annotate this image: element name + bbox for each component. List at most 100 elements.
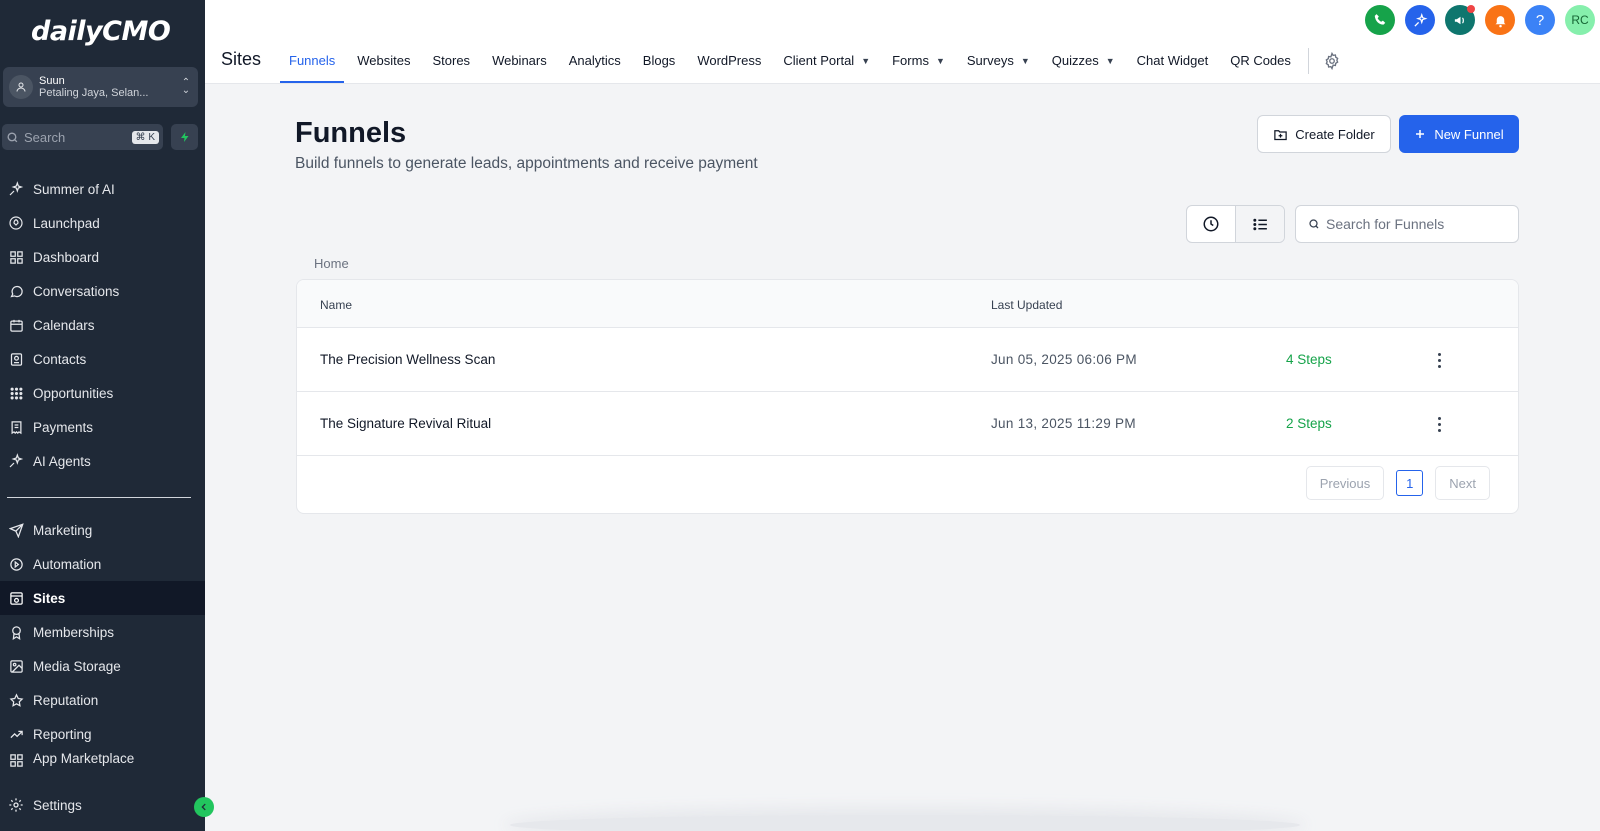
brand-logo[interactable]: dailyCMO [31, 16, 171, 47]
bell-icon [1495, 15, 1505, 27]
funnel-name[interactable]: The Precision Wellness Scan [320, 352, 495, 367]
tab-qr-codes[interactable]: QR Codes [1221, 44, 1300, 77]
location-name: Suun [39, 75, 65, 87]
tab-websites[interactable]: Websites [348, 44, 419, 77]
pagination: Previous 1 Next [1305, 466, 1490, 500]
sidebar-item-sites[interactable]: Sites [0, 581, 205, 615]
tab-webinars[interactable]: Webinars [483, 44, 556, 77]
chevron-down-icon: ▼ [1105, 55, 1115, 66]
clock-icon [1203, 216, 1219, 232]
user-avatar[interactable]: RC [1565, 5, 1595, 35]
sidebar-item-ai-agents[interactable]: AI Agents [0, 444, 205, 478]
chevron-down-icon: ▼ [1020, 55, 1030, 66]
location-switcher[interactable]: Suun Petaling Jaya, Selan... ⌃ ⌄ [3, 67, 198, 107]
tab-stores[interactable]: Stores [423, 44, 479, 77]
funnel-steps[interactable]: 2 Steps [1286, 416, 1332, 431]
tab-chat-widget[interactable]: Chat Widget [1128, 44, 1218, 77]
collapse-sidebar-button[interactable] [194, 797, 214, 817]
chevron-down-icon: ▼ [935, 55, 945, 66]
tab-client-portal[interactable]: Client Portal ▼ [774, 44, 879, 77]
sidebar-item-conversations[interactable]: Conversations [0, 274, 205, 308]
chevron-left-icon [201, 803, 206, 811]
notification-dot [1467, 5, 1475, 13]
breadcrumb[interactable]: Home [314, 256, 349, 271]
column-header-name[interactable]: Name [320, 298, 352, 312]
tab-separator [1307, 48, 1309, 74]
tab-surveys[interactable]: Surveys ▼ [958, 44, 1039, 77]
page-number-button[interactable]: 1 [1396, 470, 1424, 496]
tab-blogs[interactable]: Blogs [634, 44, 685, 77]
ai-assist-button[interactable] [1405, 5, 1435, 35]
previous-page-button[interactable]: Previous [1305, 466, 1385, 500]
tab-wordpress[interactable]: WordPress [688, 44, 770, 77]
column-header-last-updated[interactable]: Last Updated [991, 298, 1062, 312]
quick-actions-button[interactable] [171, 124, 198, 150]
funnel-last-updated: Jun 05, 2025 06:06 PM [991, 352, 1137, 367]
sidebar-item-marketing[interactable]: Marketing [0, 513, 205, 547]
sidebar-item-settings[interactable]: Settings [0, 788, 205, 822]
plus-icon [1416, 130, 1425, 138]
magic-wand-icon [1413, 12, 1427, 27]
tab-analytics[interactable]: Analytics [560, 44, 630, 77]
phone-button[interactable] [1365, 5, 1395, 35]
help-button[interactable]: ? [1525, 5, 1555, 35]
new-funnel-button[interactable]: New Funnel [1399, 115, 1519, 153]
announcements-button[interactable] [1445, 5, 1475, 35]
funnels-table: Name Last Updated The Precision Wellness… [296, 279, 1519, 514]
gear-icon [7, 796, 25, 814]
sidebar-item-contacts[interactable]: Contacts [0, 342, 205, 376]
tab-forms[interactable]: Forms ▼ [883, 44, 954, 77]
more-options-icon[interactable] [1429, 412, 1449, 436]
sidebar-item-automation[interactable]: Automation [0, 547, 205, 581]
automation-icon [7, 555, 25, 573]
lightning-icon [180, 132, 188, 142]
create-folder-button[interactable]: Create Folder [1257, 115, 1391, 153]
sparkle-icon [7, 452, 25, 470]
chevron-up-down-icon: ⌃ ⌄ [181, 77, 191, 96]
funnel-name[interactable]: The Signature Revival Ritual [320, 416, 491, 431]
sidebar-item-opportunities[interactable]: Opportunities [0, 376, 205, 410]
sparkle-icon [7, 180, 25, 198]
calendar-icon [7, 316, 25, 334]
table-row[interactable]: The Precision Wellness Scan Jun 05, 2025… [297, 328, 1518, 392]
sites-settings-button[interactable] [1323, 44, 1341, 77]
table-header: Name Last Updated [297, 280, 1518, 328]
next-page-button[interactable]: Next [1435, 466, 1490, 500]
sites-tabs: Funnels Websites Stores Webinars Analyti… [278, 44, 1341, 84]
header-actions: ? RC [1365, 5, 1595, 35]
tab-funnels[interactable]: Funnels [280, 44, 345, 83]
receipt-icon [7, 418, 25, 436]
phone-icon [1374, 14, 1386, 25]
funnel-steps[interactable]: 4 Steps [1286, 352, 1332, 367]
sidebar-item-reputation[interactable]: Reputation [0, 683, 205, 717]
sidebar-item-payments[interactable]: Payments [0, 410, 205, 444]
search-icon [7, 131, 18, 142]
more-options-icon[interactable] [1429, 348, 1449, 372]
sidebar-search-label: Search [24, 129, 66, 145]
list-view-button[interactable] [1235, 206, 1284, 242]
notifications-button[interactable] [1485, 5, 1515, 35]
recent-view-button[interactable] [1187, 206, 1235, 242]
grid-icon [7, 248, 25, 266]
sidebar-item-summer-of-ai[interactable]: Summer of AI [0, 172, 205, 206]
rocket-icon [7, 214, 25, 232]
funnel-search [1295, 205, 1519, 243]
sidebar-item-dashboard[interactable]: Dashboard [0, 240, 205, 274]
tab-quizzes[interactable]: Quizzes ▼ [1043, 44, 1124, 77]
sidebar-item-calendars[interactable]: Calendars [0, 308, 205, 342]
chat-bubble-icon [7, 282, 25, 300]
send-icon [7, 521, 25, 539]
sidebar: dailyCMO Suun Petaling Jaya, Selan... ⌃ ⌄… [0, 0, 205, 831]
sidebar-item-media-storage[interactable]: Media Storage [0, 649, 205, 683]
list-icon [1252, 218, 1267, 230]
sidebar-item-reporting[interactable]: Reporting [0, 717, 205, 751]
search-shortcut: ⌘ K [131, 130, 159, 144]
sidebar-item-launchpad[interactable]: Launchpad [0, 206, 205, 240]
image-icon [7, 657, 25, 675]
funnel-search-input[interactable] [1326, 216, 1506, 232]
table-row[interactable]: The Signature Revival Ritual Jun 13, 202… [297, 392, 1518, 456]
sidebar-item-memberships[interactable]: Memberships [0, 615, 205, 649]
sidebar-item-app-marketplace[interactable]: App Marketplace [0, 751, 205, 767]
view-toggle [1186, 205, 1285, 243]
sidebar-search[interactable]: Search ⌘ K [2, 124, 163, 150]
